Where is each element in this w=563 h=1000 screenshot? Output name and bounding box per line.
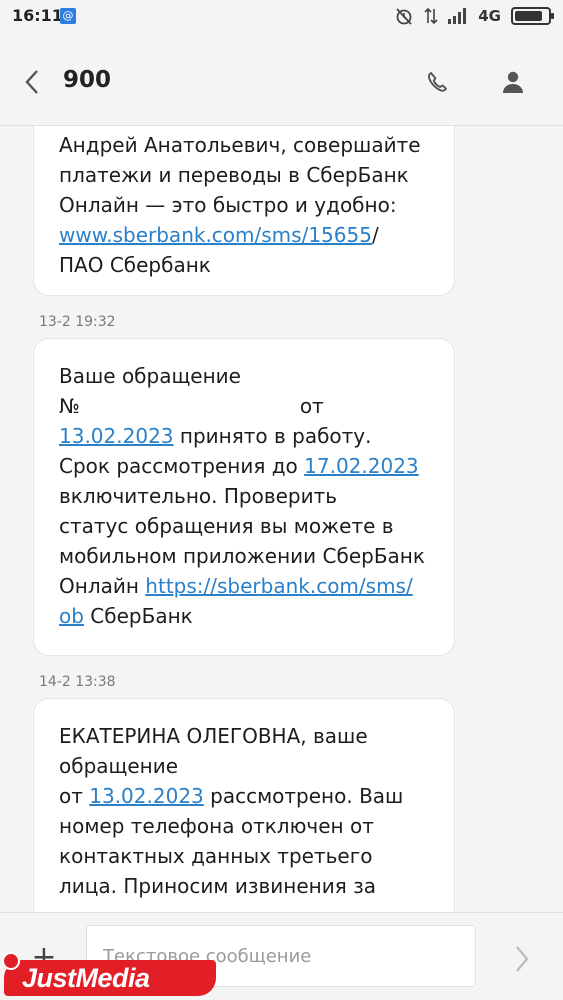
- contact-name: 900: [63, 67, 112, 93]
- message-text: статус обращения вы можете в: [59, 514, 394, 538]
- message-text: СберБанк: [83, 604, 193, 628]
- message-link[interactable]: ob: [59, 604, 84, 628]
- message-text: обращение: [59, 754, 179, 778]
- message-line: статус обращения вы можете в: [59, 511, 436, 541]
- message-timestamp: 14-2 13:38: [39, 674, 116, 690]
- message-text: Онлайн — это быстро и удобно:: [59, 193, 397, 217]
- message-line: ЕКАТЕРИНА ОЛЕГОВНА, ваше: [59, 721, 436, 751]
- message-line: Андрей Анатольевич, совершайте: [59, 130, 436, 160]
- message-line: www.sberbank.com/sms/15655/: [59, 220, 436, 250]
- message-line: платежи и переводы в СберБанк: [59, 160, 436, 190]
- message-line: мобильном приложении СберБанк: [59, 541, 436, 571]
- justmedia-watermark: JustMedia: [2, 952, 216, 996]
- message-line: 13.02.2023 принято в работу.: [59, 421, 436, 451]
- message-line: номер телефона отключен от: [59, 811, 436, 841]
- back-button[interactable]: [14, 64, 50, 100]
- message-text: Срок рассмотрения до: [59, 454, 305, 478]
- message-line: Онлайн https://sberbank.com/sms/: [59, 571, 436, 601]
- chevron-right-icon: [516, 946, 529, 972]
- message-line: лица. Приносим извинения за: [59, 871, 436, 901]
- status-bar: 16:11 @ 4G: [0, 0, 563, 34]
- message-text: Онлайн: [59, 574, 146, 598]
- call-button[interactable]: [420, 64, 456, 100]
- message-line: обращение: [59, 751, 436, 781]
- phone-icon: [427, 72, 447, 92]
- battery-icon: [511, 7, 554, 25]
- email-notification-icon: @: [60, 8, 76, 24]
- message-line: Онлайн — это быстро и удобно:: [59, 190, 436, 220]
- message-text: рассмотрено. Ваш: [203, 784, 404, 808]
- message-text: Андрей Анатольевич, совершайте: [59, 133, 421, 157]
- message-text: контактных данных третьего: [59, 844, 373, 868]
- message-line: контактных данных третьего: [59, 841, 436, 871]
- status-time: 16:11: [12, 6, 63, 25]
- contact-profile-button[interactable]: [495, 64, 531, 100]
- message-line: включительно. Проверить: [59, 481, 436, 511]
- person-icon: [503, 71, 523, 93]
- message-bubble[interactable]: ЕКАТЕРИНА ОЛЕГОВНА, ваше обращение от 13.0…: [33, 698, 455, 912]
- message-line: ПАО Сбербанк: [59, 250, 436, 280]
- message-line: от 13.02.2023 рассмотрено. Ваш: [59, 781, 436, 811]
- message-text: от: [299, 394, 324, 418]
- chevron-left-icon: [25, 70, 38, 94]
- message-link[interactable]: 13.02.2023: [89, 784, 204, 808]
- message-text: ПАО Сбербанк: [59, 253, 211, 277]
- message-text: мобильном приложении СберБанк: [59, 544, 425, 568]
- message-text: /: [371, 223, 379, 247]
- message-link[interactable]: www.sberbank.com/sms/15655: [59, 223, 372, 247]
- status-indicators: 4G: [394, 6, 554, 26]
- conversation-header: 900: [0, 34, 563, 126]
- message-link[interactable]: 13.02.2023: [59, 424, 174, 448]
- message-text: номер телефона отключен от: [59, 814, 374, 838]
- message-bubble[interactable]: Ваше обращение № от 13.02.2023 принято в ра…: [33, 338, 455, 656]
- data-transfer-icon: [424, 7, 438, 25]
- message-text: включительно. Проверить: [59, 484, 338, 508]
- message-line: Срок рассмотрения до 17.02.2023: [59, 451, 436, 481]
- send-button[interactable]: [505, 939, 539, 979]
- message-text: от: [59, 784, 90, 808]
- message-thread[interactable]: Андрей Анатольевич, совершайте платежи и …: [0, 126, 563, 912]
- message-line: Ваше обращение: [59, 361, 436, 391]
- alarm-off-icon: [396, 8, 412, 25]
- message-line: № от: [59, 391, 436, 421]
- message-line: ob СберБанк: [59, 601, 436, 631]
- message-link[interactable]: https://sberbank.com/sms/: [145, 574, 412, 598]
- message-bubble[interactable]: Андрей Анатольевич, совершайте платежи и …: [33, 126, 455, 296]
- message-text: №: [59, 394, 80, 418]
- signal-strength-icon: [448, 8, 467, 24]
- message-text: лица. Приносим извинения за: [59, 874, 377, 898]
- message-timestamp: 13-2 19:32: [39, 314, 116, 330]
- message-link[interactable]: 17.02.2023: [304, 454, 419, 478]
- message-text: платежи и переводы в СберБанк: [59, 163, 409, 187]
- battery-level: [515, 11, 542, 21]
- message-text: ЕКАТЕРИНА ОЛЕГОВНА, ваше: [59, 724, 368, 748]
- network-type: 4G: [478, 7, 501, 25]
- message-text: Ваше обращение: [59, 364, 241, 388]
- message-text: принято в работу.: [173, 424, 372, 448]
